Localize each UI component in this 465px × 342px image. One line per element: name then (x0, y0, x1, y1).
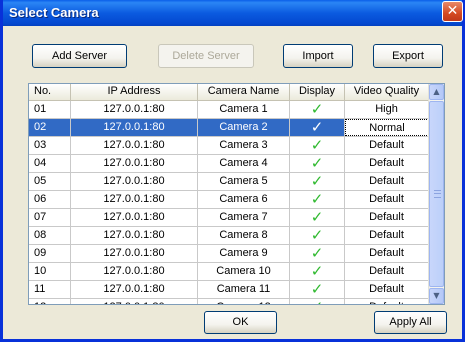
cell-video-quality[interactable]: Default (345, 281, 429, 298)
display-check-icon[interactable]: ✓ (290, 137, 345, 154)
cell-no: 07 (29, 209, 71, 226)
header-no[interactable]: No. (29, 84, 71, 100)
cell-video-quality[interactable]: Default (345, 191, 429, 208)
table-row[interactable]: 06 127.0.0.1:80 Camera 6 ✓ Default (29, 191, 429, 209)
display-check-icon[interactable]: ✓ (290, 155, 345, 172)
cell-ip-address: 127.0.0.1:80 (71, 281, 198, 298)
cell-ip-address: 127.0.0.1:80 (71, 299, 198, 304)
cell-camera-name: Camera 7 (198, 209, 290, 226)
header-display[interactable]: Display (290, 84, 345, 100)
cell-ip-address: 127.0.0.1:80 (71, 191, 198, 208)
cell-camera-name: Camera 4 (198, 155, 290, 172)
table-header: No. IP Address Camera Name Display Video… (29, 84, 429, 101)
display-check-icon[interactable]: ✓ (290, 173, 345, 190)
select-camera-dialog: Select Camera ✕ Add Server Delete Server… (0, 0, 465, 342)
display-check-icon[interactable]: ✓ (290, 245, 345, 262)
close-icon[interactable]: ✕ (442, 1, 463, 22)
display-check-icon[interactable]: ✓ (290, 227, 345, 244)
cell-camera-name: Camera 1 (198, 101, 290, 118)
cell-ip-address: 127.0.0.1:80 (71, 137, 198, 154)
display-check-icon[interactable]: ✓ (290, 263, 345, 280)
cell-no: 12 (29, 299, 71, 304)
grip-icon (434, 190, 441, 198)
cell-camera-name: Camera 2 (198, 119, 290, 136)
add-server-button[interactable]: Add Server (32, 44, 127, 68)
header-camera-name[interactable]: Camera Name (198, 84, 290, 100)
cell-ip-address: 127.0.0.1:80 (71, 119, 198, 136)
apply-all-button[interactable]: Apply All (374, 311, 447, 334)
scroll-thumb[interactable] (429, 101, 444, 287)
cell-video-quality[interactable]: High (345, 101, 429, 118)
cell-camera-name: Camera 10 (198, 263, 290, 280)
cell-video-quality[interactable]: Default (345, 137, 429, 154)
cell-ip-address: 127.0.0.1:80 (71, 227, 198, 244)
cell-camera-name: Camera 12 (198, 299, 290, 304)
table-row[interactable]: 02 127.0.0.1:80 Camera 2 ✓ Normal (29, 119, 429, 137)
cell-video-quality[interactable]: Default (345, 155, 429, 172)
cell-video-quality[interactable]: Default (345, 227, 429, 244)
cell-video-quality[interactable]: Default (345, 299, 429, 304)
header-video-quality[interactable]: Video Quality (345, 84, 429, 100)
cell-camera-name: Camera 6 (198, 191, 290, 208)
table-row[interactable]: 11 127.0.0.1:80 Camera 11 ✓ Default (29, 281, 429, 299)
cell-video-quality[interactable]: Default (345, 209, 429, 226)
cell-ip-address: 127.0.0.1:80 (71, 209, 198, 226)
export-button[interactable]: Export (373, 44, 443, 68)
cell-no: 10 (29, 263, 71, 280)
dialog-title: Select Camera (9, 5, 99, 20)
cell-camera-name: Camera 11 (198, 281, 290, 298)
delete-server-button[interactable]: Delete Server (158, 44, 254, 68)
import-button[interactable]: Import (283, 44, 353, 68)
cell-ip-address: 127.0.0.1:80 (71, 155, 198, 172)
cell-ip-address: 127.0.0.1:80 (71, 245, 198, 262)
table-row[interactable]: 12127.0.0.1:80Camera 12✓Default (29, 299, 429, 304)
display-check-icon[interactable]: ✓ (290, 299, 345, 304)
header-ip-address[interactable]: IP Address (71, 84, 198, 100)
table-row[interactable]: 03 127.0.0.1:80 Camera 3 ✓ Default (29, 137, 429, 155)
cell-video-quality[interactable]: Default (345, 245, 429, 262)
cell-no: 02 (29, 119, 71, 136)
cell-no: 09 (29, 245, 71, 262)
table-row[interactable]: 09 127.0.0.1:80 Camera 9 ✓ Default (29, 245, 429, 263)
table-row[interactable]: 05 127.0.0.1:80 Camera 5 ✓ Default (29, 173, 429, 191)
scroll-up-icon[interactable]: ▲ (429, 84, 444, 100)
cell-camera-name: Camera 3 (198, 137, 290, 154)
table-row[interactable]: 08 127.0.0.1:80 Camera 8 ✓ Default (29, 227, 429, 245)
cell-ip-address: 127.0.0.1:80 (71, 263, 198, 280)
cell-video-quality[interactable]: Normal (345, 119, 429, 136)
camera-table[interactable]: No. IP Address Camera Name Display Video… (28, 83, 445, 305)
title-bar[interactable]: Select Camera ✕ (3, 0, 463, 26)
vertical-scrollbar[interactable]: ▲ ▼ (428, 84, 444, 304)
cell-video-quality[interactable]: Default (345, 173, 429, 190)
display-check-icon[interactable]: ✓ (290, 209, 345, 226)
table-row[interactable]: 01 127.0.0.1:80 Camera 1 ✓ High (29, 101, 429, 119)
cell-ip-address: 127.0.0.1:80 (71, 173, 198, 190)
cell-camera-name: Camera 9 (198, 245, 290, 262)
cell-no: 05 (29, 173, 71, 190)
display-check-icon[interactable]: ✓ (290, 119, 345, 136)
display-check-icon[interactable]: ✓ (290, 281, 345, 298)
table-row[interactable]: 04 127.0.0.1:80 Camera 4 ✓ Default (29, 155, 429, 173)
cell-no: 08 (29, 227, 71, 244)
cell-no: 06 (29, 191, 71, 208)
table-row[interactable]: 10 127.0.0.1:80 Camera 10 ✓ Default (29, 263, 429, 281)
cell-video-quality[interactable]: Default (345, 263, 429, 280)
cell-ip-address: 127.0.0.1:80 (71, 101, 198, 118)
cell-no: 01 (29, 101, 71, 118)
ok-button[interactable]: OK (204, 311, 277, 334)
cell-no: 11 (29, 281, 71, 298)
table-row[interactable]: 07 127.0.0.1:80 Camera 7 ✓ Default (29, 209, 429, 227)
scroll-down-icon[interactable]: ▼ (429, 288, 444, 304)
cell-camera-name: Camera 5 (198, 173, 290, 190)
cell-camera-name: Camera 8 (198, 227, 290, 244)
display-check-icon[interactable]: ✓ (290, 191, 345, 208)
cell-no: 04 (29, 155, 71, 172)
cell-no: 03 (29, 137, 71, 154)
display-check-icon[interactable]: ✓ (290, 101, 345, 118)
